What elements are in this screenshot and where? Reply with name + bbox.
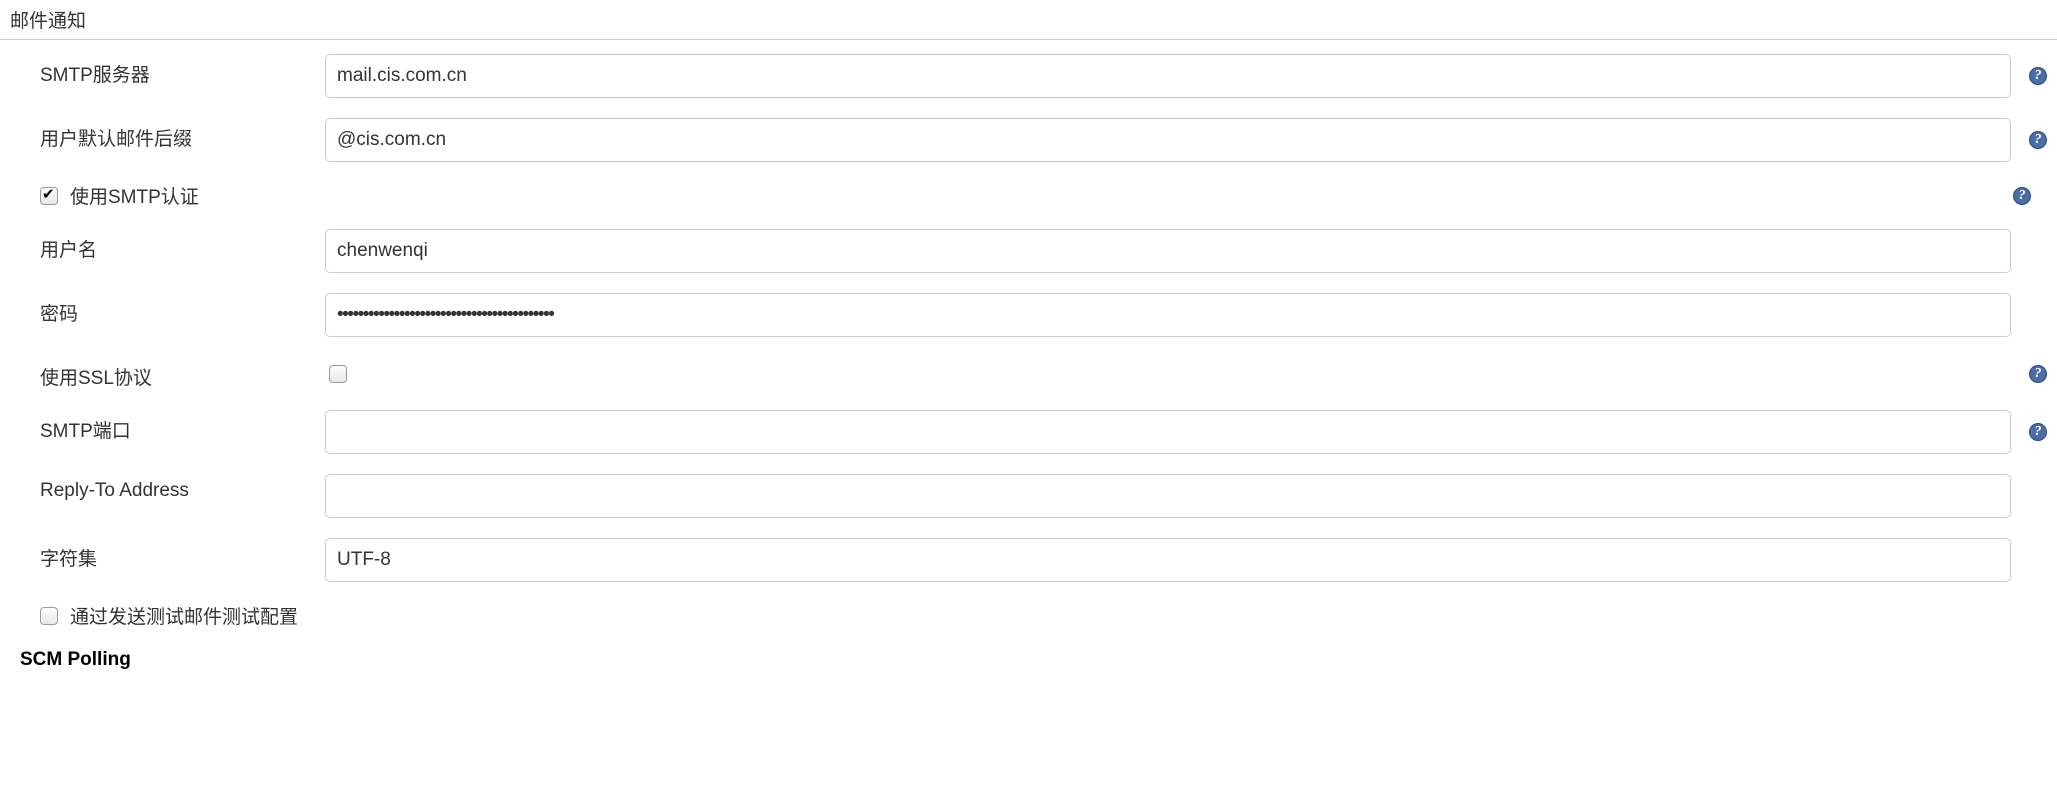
row-smtp-server: SMTP服务器 xyxy=(40,54,2041,98)
input-smtp-port[interactable] xyxy=(325,410,2011,454)
input-wrap-smtp-server xyxy=(325,54,2041,98)
help-icon[interactable] xyxy=(2029,423,2047,441)
checkbox-test-email[interactable] xyxy=(40,607,58,625)
row-username: 用户名 xyxy=(40,229,2041,273)
row-test-email: 通过发送测试邮件测试配置 xyxy=(40,602,2041,629)
row-charset: 字符集 xyxy=(40,538,2041,582)
row-use-ssl: 使用SSL协议 xyxy=(40,357,2041,390)
input-username[interactable] xyxy=(325,229,2011,273)
row-default-suffix: 用户默认邮件后缀 xyxy=(40,118,2041,162)
label-reply-to: Reply-To Address xyxy=(40,474,325,502)
row-password: 密码 xyxy=(40,293,2041,337)
label-password: 密码 xyxy=(40,293,325,326)
label-username: 用户名 xyxy=(40,229,325,262)
input-charset[interactable] xyxy=(325,538,2011,582)
input-reply-to[interactable] xyxy=(325,474,2011,518)
input-wrap-charset xyxy=(325,538,2041,582)
input-wrap-password xyxy=(325,293,2041,337)
row-reply-to: Reply-To Address xyxy=(40,474,2041,518)
input-wrap-reply-to xyxy=(325,474,2041,518)
section-heading-email-notification: 邮件通知 xyxy=(0,0,2057,40)
help-icon[interactable] xyxy=(2029,365,2047,383)
checkbox-use-ssl[interactable] xyxy=(329,365,347,383)
input-smtp-server[interactable] xyxy=(325,54,2011,98)
label-smtp-server: SMTP服务器 xyxy=(40,54,325,87)
input-wrap-use-ssl xyxy=(325,365,2041,383)
label-use-smtp-auth: 使用SMTP认证 xyxy=(70,182,199,209)
input-wrap-default-suffix xyxy=(325,118,2041,162)
row-smtp-port: SMTP端口 xyxy=(40,410,2041,454)
input-default-suffix[interactable] xyxy=(325,118,2011,162)
email-notification-form: SMTP服务器 用户默认邮件后缀 使用SMTP认证 用户名 密码 使用SSL xyxy=(0,54,2057,671)
label-smtp-port: SMTP端口 xyxy=(40,410,325,443)
label-default-suffix: 用户默认邮件后缀 xyxy=(40,118,325,151)
input-wrap-smtp-port xyxy=(325,410,2041,454)
input-password[interactable] xyxy=(325,293,2011,337)
label-test-email: 通过发送测试邮件测试配置 xyxy=(70,602,298,629)
section-heading-scm-polling: SCM Polling xyxy=(20,649,2041,671)
help-icon[interactable] xyxy=(2029,131,2047,149)
row-use-smtp-auth: 使用SMTP认证 xyxy=(40,182,2041,209)
checkbox-use-smtp-auth[interactable] xyxy=(40,187,58,205)
label-charset: 字符集 xyxy=(40,538,325,571)
label-use-ssl: 使用SSL协议 xyxy=(40,357,325,390)
help-icon[interactable] xyxy=(2013,187,2031,205)
input-wrap-username xyxy=(325,229,2041,273)
help-icon[interactable] xyxy=(2029,67,2047,85)
